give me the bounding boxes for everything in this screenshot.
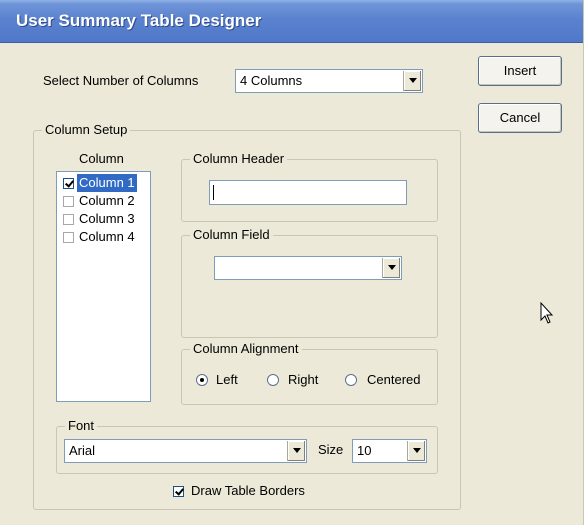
column-listbox[interactable]: Column 1 Column 2 Column 3 Column 4 — [56, 171, 151, 402]
align-centered-label[interactable]: Centered — [367, 372, 420, 387]
column-field-group: Column Field — [181, 227, 438, 338]
size-label: Size — [318, 442, 344, 457]
column-field-select[interactable] — [214, 256, 402, 280]
list-item-column-3[interactable]: Column 3 — [59, 210, 149, 228]
column-list-header: Column — [79, 151, 124, 166]
list-item-column-1[interactable]: Column 1 — [59, 174, 149, 192]
columns-select-label: Select Number of Columns — [43, 73, 199, 88]
radio-icon[interactable] — [267, 374, 279, 386]
column-setup-legend: Column Setup — [42, 122, 131, 137]
mouse-pointer-icon — [540, 301, 556, 329]
checkbox-icon[interactable] — [63, 178, 74, 189]
list-item-label: Column 1 — [77, 174, 137, 192]
column-alignment-legend: Column Alignment — [190, 341, 302, 356]
checkbox-icon[interactable] — [63, 196, 74, 207]
size-select-value: 10 — [357, 443, 372, 458]
chevron-down-icon[interactable] — [287, 441, 305, 461]
window-title: User Summary Table Designer — [16, 11, 262, 30]
align-left-label[interactable]: Left — [216, 372, 238, 387]
columns-select-value: 4 Columns — [240, 73, 303, 88]
align-right-label[interactable]: Right — [288, 372, 318, 387]
chevron-down-icon[interactable] — [403, 71, 421, 91]
columns-select[interactable]: 4 Columns — [235, 69, 423, 93]
checkbox-icon[interactable] — [63, 214, 74, 225]
radio-icon[interactable] — [345, 374, 357, 386]
column-header-input[interactable] — [209, 180, 407, 205]
radio-icon[interactable] — [196, 374, 208, 386]
insert-button[interactable]: Insert — [478, 56, 562, 86]
list-item-label: Column 2 — [79, 193, 135, 208]
list-item-column-2[interactable]: Column 2 — [59, 192, 149, 210]
size-select[interactable]: 10 — [352, 439, 427, 463]
list-item-label: Column 3 — [79, 211, 135, 226]
list-item-column-4[interactable]: Column 4 — [59, 228, 149, 246]
column-header-legend: Column Header — [190, 151, 288, 166]
cancel-button[interactable]: Cancel — [478, 103, 562, 133]
list-item-label: Column 4 — [79, 229, 135, 244]
chevron-down-icon[interactable] — [407, 441, 425, 461]
title-bar[interactable]: User Summary Table Designer — [0, 0, 583, 43]
font-select-value: Arial — [69, 443, 96, 458]
font-legend: Font — [65, 418, 98, 433]
column-field-legend: Column Field — [190, 227, 273, 242]
dialog-window: User Summary Table Designer Select Numbe… — [0, 0, 584, 525]
checkbox-icon[interactable] — [63, 232, 74, 243]
checkbox-icon[interactable] — [173, 486, 184, 497]
text-caret — [213, 185, 214, 200]
font-select[interactable]: Arial — [64, 439, 307, 463]
draw-borders-label[interactable]: Draw Table Borders — [191, 483, 305, 498]
chevron-down-icon[interactable] — [382, 258, 400, 278]
